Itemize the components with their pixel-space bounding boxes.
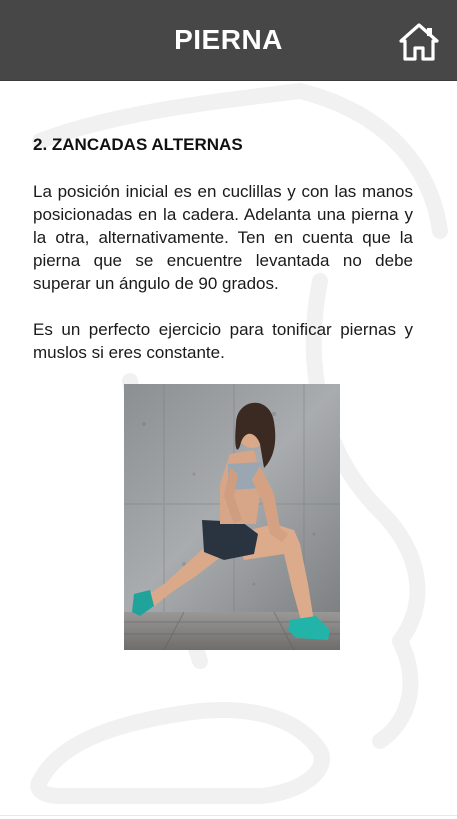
page-title: PIERNA	[174, 24, 283, 55]
home-button[interactable]	[398, 22, 440, 62]
home-icon	[399, 23, 439, 61]
bottom-divider	[0, 815, 457, 816]
header-bar: PIERNA	[0, 0, 457, 81]
lunge-illustration	[124, 384, 340, 650]
exercise-description: La posición inicial es en cuclillas y co…	[33, 182, 413, 293]
woman-doing-lunge-photo	[124, 384, 340, 650]
exercise-tip: Es un perfecto ejercicio para tonificar …	[33, 320, 413, 362]
exercise-title: 2. ZANCADAS ALTERNAS	[33, 135, 243, 154]
exercise-content: 2. ZANCADAS ALTERNAS La posición inicial…	[33, 134, 413, 387]
